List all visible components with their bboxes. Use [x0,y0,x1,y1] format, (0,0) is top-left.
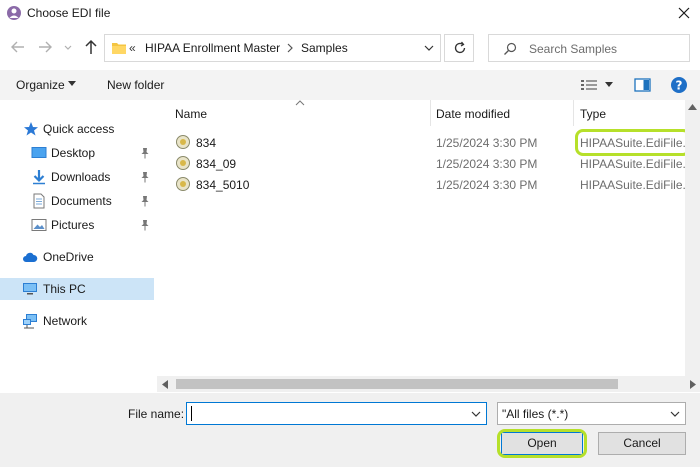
file-name: 834_09 [196,157,237,171]
file-name: 834_5010 [196,178,250,192]
nav-onedrive-label: OneDrive [43,250,94,264]
file-name-label: File name: [128,407,185,421]
breadcrumb-hipaa-enrollment-master[interactable]: HIPAA Enrollment Master [145,41,280,55]
back-arrow-icon[interactable] [9,38,27,56]
computer-icon [22,281,38,297]
nav-onedrive[interactable]: OneDrive [0,246,154,268]
file-name-input[interactable] [186,402,487,425]
file-row[interactable]: 834_5010 1/25/2024 3:30 PM HIPAASuite.Ed… [169,174,700,195]
nav-desktop-label: Desktop [51,146,96,160]
breadcrumb-separator-icon [286,41,294,55]
edi-file-icon [175,155,191,171]
pin-icon[interactable] [140,195,150,207]
file-type: HIPAASuite.EdiFile... [580,157,693,171]
desktop-icon [31,145,47,161]
nav-network-label: Network [43,314,88,328]
nav-this-pc[interactable]: This PC [0,278,154,300]
scrollbar-thumb[interactable] [176,379,618,389]
edi-file-icon [175,176,191,192]
download-arrow-icon [31,169,47,185]
file-date: 1/25/2024 3:30 PM [436,136,538,150]
nav-documents-label: Documents [51,194,112,208]
pin-icon[interactable] [140,219,150,231]
documents-icon [31,193,47,209]
search-input[interactable]: Search Samples [488,34,690,62]
title-bar: Choose EDI file [0,0,700,26]
pin-icon[interactable] [140,147,150,159]
dialog-footer: File name: "All files (*.*) Open Cancel [0,393,700,467]
scroll-up-icon[interactable] [688,104,697,110]
organize-button[interactable]: Organize [16,78,65,92]
forward-arrow-icon[interactable] [36,38,54,56]
command-bar: Organize New folder ? [0,70,700,100]
nav-documents[interactable]: Documents [0,190,154,212]
pictures-icon [31,217,47,233]
view-options-icon[interactable] [580,78,598,92]
nav-quick-access-label: Quick access [43,122,115,136]
cancel-button[interactable]: Cancel [598,432,686,455]
address-dropdown-chevron-icon[interactable] [423,42,435,54]
column-divider[interactable] [573,100,574,126]
close-icon[interactable] [674,3,694,23]
horizontal-scrollbar[interactable] [157,376,700,392]
column-header-date-modified[interactable]: Date modified [436,107,510,121]
search-placeholder: Search Samples [529,42,618,56]
refresh-icon [453,41,467,55]
scroll-left-icon[interactable] [162,380,168,389]
file-row[interactable]: 834_09 1/25/2024 3:30 PM HIPAASuite.EdiF… [169,153,700,174]
search-icon [503,42,517,56]
nav-network[interactable]: Network [0,310,154,332]
view-dropdown-icon[interactable] [605,82,613,88]
file-type-select[interactable]: "All files (*.*) [497,402,686,425]
nav-downloads[interactable]: Downloads [0,166,154,188]
cloud-icon [22,249,38,265]
refresh-button[interactable] [444,34,474,62]
chevron-down-icon[interactable] [669,409,681,419]
organize-dropdown-icon[interactable] [68,81,76,87]
breadcrumb-samples[interactable]: Samples [301,41,348,55]
file-type: HIPAASuite.EdiFile... [580,178,693,192]
edi-file-icon [175,134,191,150]
nav-downloads-label: Downloads [51,170,111,184]
vertical-scrollbar[interactable] [685,100,700,377]
nav-quick-access[interactable]: Quick access [0,118,154,140]
file-list: Name Date modified Type 834 1/25/2024 3:… [157,100,700,393]
new-folder-button[interactable]: New folder [107,78,164,92]
navigation-pane: Quick access Desktop Downloads Documents [0,100,157,393]
file-name: 834 [196,136,217,150]
nav-pictures-label: Pictures [51,218,95,232]
star-icon [23,121,39,137]
up-arrow-icon[interactable] [82,38,100,56]
file-type-select-value: "All files (*.*) [502,407,569,421]
app-icon [6,5,22,21]
nav-this-pc-label: This PC [43,282,86,296]
text-caret [191,406,192,421]
help-icon[interactable]: ? [670,76,688,94]
highlight-annotation [575,129,691,156]
sort-ascending-icon [295,100,305,106]
preview-pane-icon[interactable] [634,77,652,93]
column-header-name[interactable]: Name [175,107,207,121]
file-name-dropdown-icon[interactable] [470,409,482,419]
network-icon [22,313,38,329]
address-overflow-chevron[interactable]: « [129,41,136,55]
window-title: Choose EDI file [27,6,111,20]
file-date: 1/25/2024 3:30 PM [436,178,538,192]
column-divider[interactable] [430,100,431,126]
pin-icon[interactable] [140,171,150,183]
nav-pictures[interactable]: Pictures [0,214,154,236]
nav-desktop[interactable]: Desktop [0,142,154,164]
column-header-type[interactable]: Type [580,107,606,121]
svg-text:?: ? [676,79,683,93]
scroll-right-icon[interactable] [690,380,696,389]
highlight-annotation [497,429,587,458]
folder-icon [111,40,127,56]
file-date: 1/25/2024 3:30 PM [436,157,538,171]
recent-locations-chevron-icon[interactable] [62,38,74,56]
address-bar[interactable]: « HIPAA Enrollment Master Samples [104,34,441,62]
